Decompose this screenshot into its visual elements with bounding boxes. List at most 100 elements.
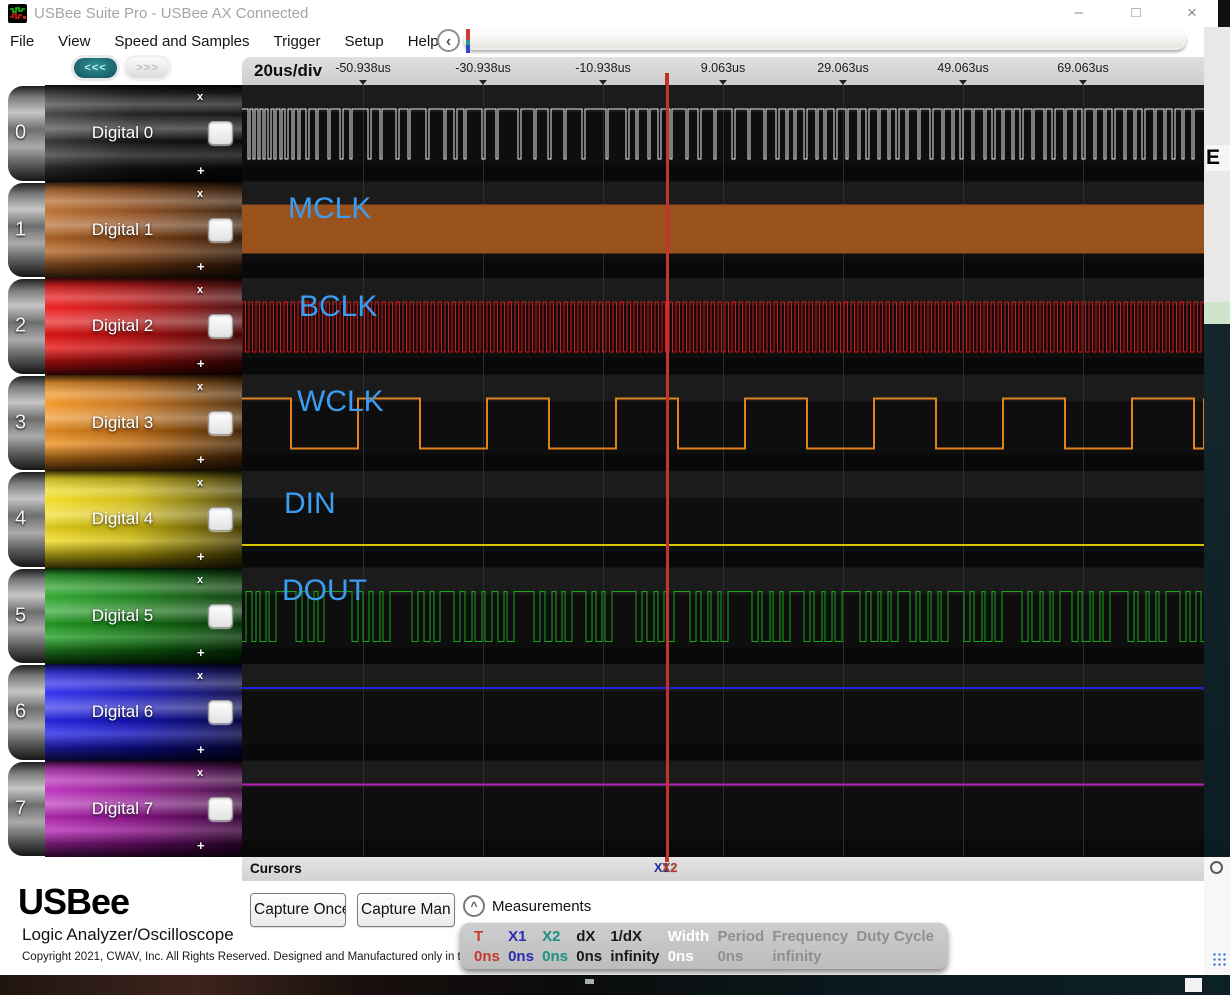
- channel-row-6[interactable]: 6 x Digital 6 +: [0, 664, 242, 761]
- capture-once-button[interactable]: Capture Once: [250, 893, 346, 927]
- measurement-value: infinity: [772, 947, 822, 965]
- channel-number-tab[interactable]: 4: [8, 472, 45, 567]
- time-tick-label: -10.938us: [575, 61, 631, 75]
- menu-item-help[interactable]: Help: [408, 33, 439, 50]
- channel-close-icon[interactable]: x: [197, 574, 203, 586]
- menu-item-trigger[interactable]: Trigger: [274, 33, 321, 50]
- channel-number-tab[interactable]: 5: [8, 568, 45, 663]
- channel-number: 2: [15, 314, 27, 337]
- page-forward-button[interactable]: >>>: [126, 58, 169, 78]
- measurement-1-dx: 1/dX infinity: [610, 927, 659, 966]
- menu-item-view[interactable]: View: [58, 33, 90, 50]
- menu-item-setup[interactable]: Setup: [345, 33, 384, 50]
- channel-number-tab[interactable]: 2: [8, 279, 45, 374]
- scroll-marker-red: [466, 29, 470, 40]
- measurement-period: Period 0ns: [717, 927, 764, 966]
- cursor-x2-marker[interactable]: X2: [662, 861, 677, 875]
- horizontal-scrollbar[interactable]: [464, 30, 1186, 50]
- channel-body[interactable]: x Digital 6 +: [45, 664, 242, 761]
- channel-row-7[interactable]: 7 x Digital 7 +: [0, 760, 242, 857]
- channel-body[interactable]: x Digital 4 +: [45, 471, 242, 568]
- channel-row-5[interactable]: 5 x Digital 5 +: [0, 567, 242, 664]
- channel-checkbox[interactable]: [208, 603, 233, 628]
- channel-body[interactable]: x Digital 7 +: [45, 760, 242, 857]
- channel-close-icon[interactable]: x: [197, 285, 203, 296]
- channel-row-4[interactable]: 4 x Digital 4 +: [0, 471, 242, 568]
- channel-checkbox[interactable]: [208, 410, 233, 435]
- channel-body[interactable]: x Digital 5 +: [45, 567, 242, 664]
- channel-checkbox[interactable]: [208, 796, 233, 821]
- channel-add-icon[interactable]: +: [197, 550, 205, 563]
- channel-number-tab[interactable]: 6: [8, 665, 45, 760]
- channel-add-icon[interactable]: +: [197, 260, 205, 273]
- channel-add-icon[interactable]: +: [197, 839, 205, 852]
- waveform-plot[interactable]: MCLK BCLK WCLK DIN DOUT: [242, 85, 1204, 857]
- channel-add-icon[interactable]: +: [197, 743, 205, 756]
- channel-close-icon[interactable]: x: [197, 671, 203, 682]
- channel-add-icon[interactable]: +: [197, 453, 205, 466]
- channel-number-tab[interactable]: 7: [8, 761, 45, 856]
- channel-checkbox[interactable]: [208, 314, 233, 339]
- measurement-value: 0ns: [474, 947, 500, 965]
- channel-checkbox[interactable]: [208, 700, 233, 725]
- desktop-corner: [1218, 0, 1230, 27]
- channel-number-tab[interactable]: 0: [8, 86, 45, 181]
- channel-body[interactable]: x Digital 1 +: [45, 181, 242, 278]
- measurement-name: Duty Cycle: [856, 928, 934, 945]
- channel-checkbox[interactable]: [208, 217, 233, 242]
- scroll-marker-blue: [466, 45, 470, 53]
- channel-number: 1: [15, 218, 27, 241]
- signal-trace-row1: [242, 204, 1204, 254]
- measurement-name: Frequency: [772, 928, 849, 945]
- channel-close-icon[interactable]: x: [197, 478, 203, 489]
- capture-manual-button[interactable]: Capture Man: [357, 893, 455, 927]
- measurements-title: Measurements: [492, 898, 592, 915]
- channel-body[interactable]: x Digital 2 +: [45, 278, 242, 375]
- channel-add-icon[interactable]: +: [197, 357, 205, 370]
- channel-close-icon[interactable]: x: [197, 381, 203, 393]
- maximize-button[interactable]: □: [1119, 0, 1153, 26]
- measurement-x2: X2 0ns: [542, 927, 568, 966]
- trigger-position-tick[interactable]: [665, 73, 669, 85]
- channel-checkbox[interactable]: [208, 121, 233, 146]
- channel-add-icon[interactable]: +: [197, 646, 205, 659]
- channel-number-tab[interactable]: 3: [8, 375, 45, 470]
- channel-row-3[interactable]: 3 x Digital 3 +: [0, 374, 242, 471]
- channel-add-icon[interactable]: +: [197, 164, 205, 177]
- measurements-collapse-icon[interactable]: ^: [463, 895, 485, 917]
- menu-item-speed-and-samples[interactable]: Speed and Samples: [114, 33, 249, 50]
- channel-close-icon[interactable]: x: [197, 92, 203, 103]
- channel-checkbox[interactable]: [208, 507, 233, 532]
- waveform-canvas[interactable]: [242, 85, 1204, 857]
- timebase-label: 20us/div: [254, 61, 323, 80]
- scroll-left-button[interactable]: ‹: [437, 29, 460, 52]
- time-tick-label: 29.063us: [817, 61, 869, 75]
- time-tick-label: -50.938us: [335, 61, 391, 75]
- timeline-header[interactable]: 20us/div -50.938us -30.938us -10.938us 9.06…: [242, 57, 1204, 85]
- channel-label: Digital 2: [91, 316, 154, 336]
- channel-close-icon[interactable]: x: [197, 188, 203, 200]
- cursors-bar[interactable]: Cursors X1 X2: [242, 857, 1204, 881]
- channel-number: 7: [15, 797, 27, 820]
- channel-number: 5: [15, 604, 27, 627]
- measurement-name: 1/dX: [610, 928, 642, 945]
- minimize-button[interactable]: –: [1062, 0, 1096, 26]
- menu-items: File View Speed and Samples Trigger Setup Hel…: [10, 27, 439, 56]
- close-button[interactable]: ×: [1175, 0, 1209, 26]
- channel-row-0[interactable]: 0 x Digital 0 +: [0, 85, 242, 182]
- measurement-value: 0ns: [667, 947, 694, 965]
- time-tick-label: 49.063us: [937, 61, 989, 75]
- channel-body[interactable]: x Digital 0 +: [45, 85, 242, 182]
- measurement-value: 0ns: [717, 947, 744, 965]
- channel-row-2[interactable]: 2 x Digital 2 +: [0, 278, 242, 375]
- channel-row-1[interactable]: 1 x Digital 1 +: [0, 181, 242, 278]
- measurement-dx: dX 0ns: [576, 927, 602, 966]
- channel-body[interactable]: x Digital 3 +: [45, 374, 242, 471]
- page-back-button[interactable]: <<<: [74, 58, 117, 78]
- channel-label: Digital 3: [91, 412, 154, 432]
- channel-number-tab[interactable]: 1: [8, 182, 45, 277]
- measurement-name: Period: [717, 928, 765, 945]
- channel-close-icon[interactable]: x: [197, 767, 203, 779]
- desktop-strip: [0, 975, 1230, 995]
- menu-item-file[interactable]: File: [10, 33, 34, 50]
